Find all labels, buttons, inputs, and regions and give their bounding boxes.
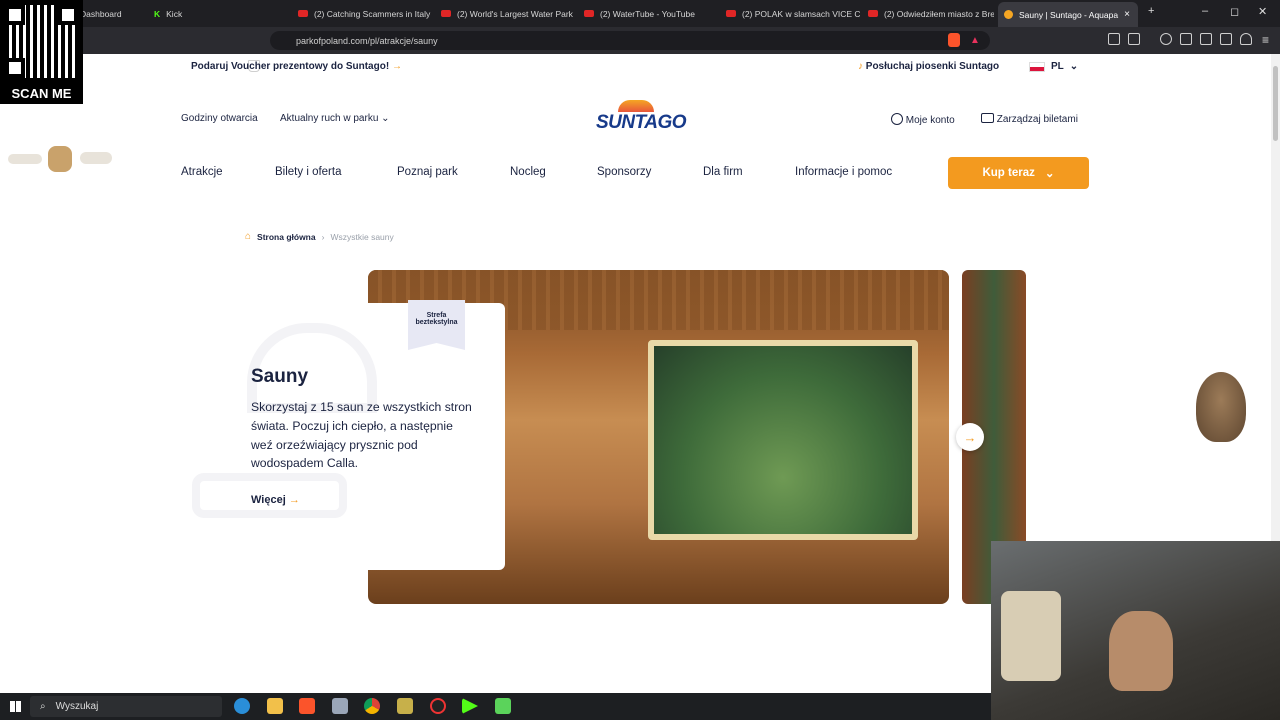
kick-icon: K — [154, 8, 161, 19]
vpn-icon[interactable] — [1240, 33, 1252, 45]
webcam-overlay — [991, 541, 1280, 720]
new-tab-button[interactable]: + — [1148, 5, 1154, 17]
tab-suntago[interactable]: Sauny | Suntago - Aquapa × — [998, 2, 1138, 27]
manage-tickets-link[interactable]: Zarządzaj biletami — [981, 113, 1078, 125]
browser-tab-bar: Dashboard K Kick (2) Catching Scammers in… — [0, 0, 1280, 27]
brave-shield-icon[interactable] — [948, 33, 960, 47]
tab-polak[interactable]: (2) POLAK w slamsach VICE CIT — [720, 4, 860, 23]
brave-rewards-icon[interactable]: ▲ — [970, 35, 980, 46]
tab-kick[interactable]: K Kick — [148, 4, 288, 23]
poland-flag-icon — [1029, 61, 1045, 72]
menu-icon[interactable]: ≡ — [1262, 33, 1269, 47]
tab-water-park[interactable]: (2) World's Largest Water Park — [435, 4, 575, 23]
tab-catching-scammers[interactable]: (2) Catching Scammers in Italy — [292, 4, 432, 23]
my-account-link[interactable]: Moje konto — [891, 113, 955, 126]
leo-icon[interactable] — [1200, 33, 1212, 45]
notepad-icon[interactable] — [332, 698, 348, 714]
breadcrumb-home[interactable]: Strona główna — [257, 232, 316, 242]
language-selector[interactable]: PL ⌄ — [1029, 61, 1078, 72]
scrollbar-thumb[interactable] — [1273, 66, 1278, 141]
file-explorer-icon[interactable] — [267, 698, 283, 714]
qr-code-overlay: SCAN ME — [0, 0, 83, 104]
media-icon[interactable] — [1160, 33, 1172, 45]
qr-scan-label: SCAN ME — [11, 86, 72, 101]
taskbar-search[interactable]: ⌕ Wyszukaj — [30, 696, 222, 717]
youtube-icon — [298, 10, 308, 17]
ticket-icon — [981, 113, 994, 123]
voucher-link[interactable]: Podaruj Voucher prezentowy do Suntago! → — [191, 61, 402, 72]
more-link[interactable]: Więcej → — [251, 494, 300, 506]
youtube-icon — [584, 10, 594, 17]
breadcrumb-current: Wszystkie sauny — [330, 231, 394, 242]
address-toolbar: parkofpoland.com/pl/atrakcje/sauny ▲ ≡ — [0, 27, 1280, 72]
edge-icon[interactable] — [234, 698, 250, 714]
music-note-icon: ♪ — [858, 61, 863, 72]
breadcrumb: ⌂ Strona główna › Wszystkie sauny — [245, 231, 394, 242]
brave-icon[interactable] — [299, 698, 315, 714]
youtube-icon — [441, 10, 451, 17]
url-field[interactable]: parkofpoland.com/pl/atrakcje/sauny — [270, 31, 990, 50]
ai-icon[interactable] — [1220, 33, 1232, 45]
home-icon: ⌂ — [245, 231, 252, 242]
mascot-chat-widget[interactable] — [1196, 372, 1246, 442]
nav-accommodation[interactable]: Nocleg — [510, 166, 546, 178]
kick-app-icon[interactable] — [462, 698, 478, 714]
user-icon — [891, 113, 903, 125]
emote-overlay — [8, 146, 112, 172]
obs-icon[interactable] — [430, 698, 446, 714]
buy-now-button[interactable]: Kup teraz ⌄ — [948, 157, 1089, 189]
close-tab-icon[interactable]: × — [1124, 9, 1138, 20]
tab-dashboard[interactable]: Dashboard — [74, 4, 144, 23]
nav-tickets-offer[interactable]: Bilety i oferta — [275, 166, 341, 178]
windows-start-icon[interactable] — [10, 701, 21, 712]
qr-code — [5, 5, 78, 78]
page-title: Sauny — [251, 366, 309, 387]
streamer — [1109, 611, 1173, 691]
chrome-icon[interactable] — [364, 698, 380, 714]
arrow-right-icon: → — [963, 429, 977, 445]
aquarium-window — [648, 340, 918, 540]
search-icon: ⌕ — [40, 701, 46, 712]
maximize-button[interactable]: ◻ — [1230, 5, 1239, 18]
nav-discover-park[interactable]: Poznaj park — [397, 166, 458, 178]
nav-for-companies[interactable]: Dla firm — [703, 166, 743, 178]
wallet-icon[interactable] — [1128, 33, 1140, 45]
arrow-right-icon: → — [391, 61, 402, 72]
tab-watertube[interactable]: (2) WaterTube - YouTube — [578, 4, 718, 23]
next-slide-button[interactable]: → — [956, 423, 984, 451]
nav-sponsors[interactable]: Sponsorzy — [597, 166, 651, 178]
chevron-down-icon: ⌄ — [1069, 61, 1079, 72]
app-icon[interactable] — [397, 698, 413, 714]
windows-taskbar: ⌕ Wyszukaj — [0, 693, 991, 720]
nav-attractions[interactable]: Atrakcje — [181, 166, 223, 178]
extensions-icon[interactable] — [1108, 33, 1120, 45]
youtube-icon — [868, 10, 878, 17]
sun-logo-icon — [618, 100, 654, 112]
youtube-icon — [726, 10, 736, 17]
nav-info-help[interactable]: Informacje i pomoc — [795, 166, 892, 178]
minimize-button[interactable]: – — [1202, 5, 1208, 17]
opening-hours-link[interactable]: Godziny otwarcia — [181, 113, 258, 124]
arrow-right-icon: → — [288, 494, 300, 506]
close-window-button[interactable]: ✕ — [1258, 5, 1267, 18]
chevron-down-icon: ⌄ — [381, 113, 390, 124]
suntago-favicon — [1004, 10, 1013, 19]
sidebar-icon[interactable] — [1180, 33, 1192, 45]
sauna-description: Skorzystaj z 15 saun ze wszystkich stron… — [251, 400, 472, 471]
textile-free-badge: Strefa beztekstylna — [408, 300, 465, 350]
suntago-logo[interactable]: SUNTAGO — [596, 100, 687, 140]
chevron-down-icon: ⌄ — [1044, 168, 1055, 180]
song-link[interactable]: ♪ Posłuchaj piosenki Suntago — [858, 61, 999, 72]
tab-odwiedzilem[interactable]: (2) Odwiedziłem miasto z Breat — [862, 4, 994, 23]
streaming-tool-icon[interactable] — [495, 698, 511, 714]
breadcrumb-separator: › — [321, 231, 325, 242]
park-traffic-dropdown[interactable]: Aktualny ruch w parku ⌄ — [280, 113, 390, 124]
